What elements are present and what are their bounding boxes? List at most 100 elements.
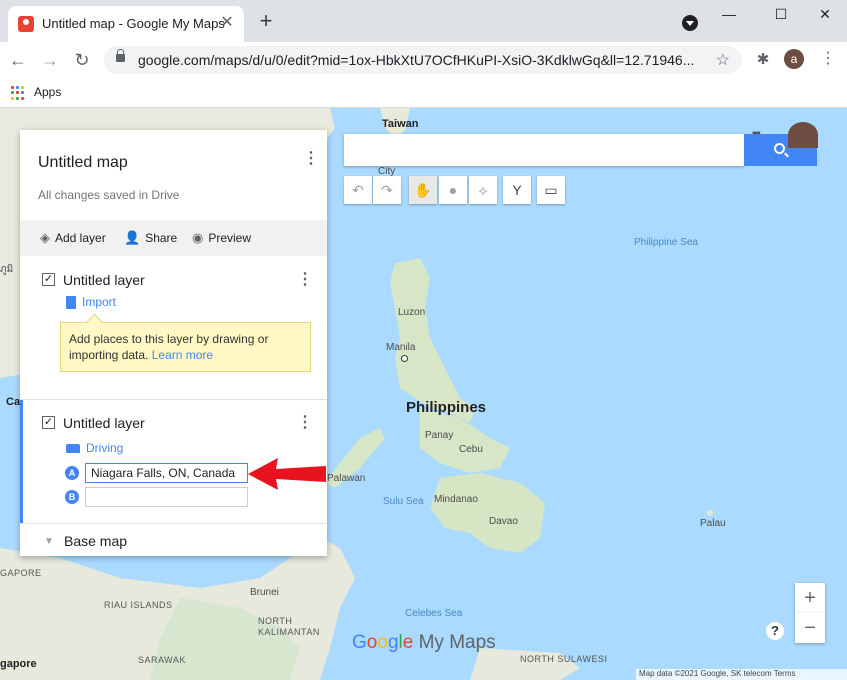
- draw-line-icon[interactable]: ⟡: [469, 176, 497, 204]
- layer1-options-kebab-icon[interactable]: ⋮: [297, 271, 313, 289]
- point-a-marker: A: [65, 466, 79, 480]
- map-label-north-kalimantan: NORTH KALIMANTAN: [258, 616, 320, 637]
- zoom-in-button[interactable]: +: [795, 583, 825, 613]
- lock-icon: [116, 49, 125, 62]
- map-label-taiwan: Taiwan: [382, 118, 419, 130]
- layer2-checkbox[interactable]: ✓: [42, 416, 55, 429]
- basemap-divider: [20, 523, 327, 524]
- tab-search-icon[interactable]: [682, 15, 698, 31]
- map-options-kebab-icon[interactable]: ⋮: [303, 150, 319, 168]
- map-label-panay: Panay: [425, 430, 454, 441]
- panel-actions-bar: ◈ Add layer 👤 Share ◉ Preview: [20, 220, 327, 256]
- map-label-philippines: Philippines: [406, 399, 487, 416]
- back-arrow-icon[interactable]: ←: [6, 48, 30, 72]
- close-window-button[interactable]: ✕: [810, 4, 840, 24]
- map-label-palawan: Palawan: [327, 473, 366, 484]
- map-label-brunei: Brunei: [250, 587, 279, 598]
- learn-more-link[interactable]: Learn more: [152, 348, 213, 362]
- tab-close-icon[interactable]: ✕: [218, 14, 236, 32]
- browser-tab[interactable]: Untitled map - Google My Maps ✕: [8, 6, 244, 42]
- add-marker-icon[interactable]: ●: [439, 176, 467, 204]
- import-link[interactable]: Import: [66, 295, 116, 309]
- zoom-out-button[interactable]: −: [795, 613, 825, 643]
- bookmarks-bar: Apps: [0, 78, 847, 108]
- map-label-celebes-sea: Celebes Sea: [405, 608, 463, 619]
- map-label-sulu-sea: Sulu Sea: [383, 496, 424, 507]
- extensions-puzzle-icon[interactable]: ✱: [754, 50, 772, 68]
- add-person-icon: 👤: [124, 230, 141, 245]
- share-label: Share: [145, 231, 178, 245]
- map-label-davao: Davao: [489, 516, 518, 527]
- map-title[interactable]: Untitled map: [38, 154, 128, 172]
- annotation-arrow-icon: [248, 458, 326, 490]
- save-status: All changes saved in Drive: [38, 188, 180, 202]
- layer2-options-kebab-icon[interactable]: ⋮: [297, 414, 313, 432]
- undo-icon[interactable]: ↶: [344, 176, 372, 204]
- map-search-input[interactable]: [344, 134, 744, 166]
- map-label-mindanao: Mindanao: [434, 494, 478, 505]
- point-b-marker: B: [65, 490, 79, 504]
- browser-menu-icon[interactable]: ⋮: [820, 50, 836, 68]
- preview-label: Preview: [208, 231, 252, 245]
- share-button[interactable]: 👤 Share: [124, 230, 177, 246]
- map-account-avatar[interactable]: [788, 122, 818, 148]
- directions-icon[interactable]: Y: [503, 176, 531, 204]
- import-label: Import: [82, 295, 117, 309]
- add-layer-label: Add layer: [55, 231, 106, 245]
- redo-icon[interactable]: ↷: [373, 176, 401, 204]
- new-tab-button[interactable]: +: [254, 10, 278, 34]
- map-label-sarawak: SARAWAK: [138, 655, 186, 665]
- browser-toolbar: ← → ↻ google.com/maps/d/u/0/edit?mid=1ox…: [0, 42, 847, 78]
- point-a-input[interactable]: Niagara Falls, ON, Canada: [85, 463, 248, 483]
- manila-marker-icon: [401, 355, 408, 362]
- map-label-palau: Palau: [700, 518, 726, 529]
- map-label-north-sulawesi: NORTH SULAWESI: [520, 654, 608, 664]
- driving-mode-link[interactable]: Driving: [66, 441, 123, 455]
- expand-caret-icon[interactable]: ▼: [44, 536, 54, 547]
- google-my-maps-logo: Google My Maps: [352, 632, 496, 653]
- measure-ruler-icon[interactable]: ▭: [537, 176, 565, 204]
- map-label-thai: ภูมิ: [0, 264, 14, 275]
- layer1-name[interactable]: Untitled layer: [63, 272, 145, 288]
- tab-title: Untitled map - Google My Maps: [42, 16, 225, 31]
- layers-icon: ◈: [40, 230, 50, 245]
- active-layer-indicator: [20, 400, 23, 524]
- map-label-philippine-sea: Philippine Sea: [634, 237, 698, 248]
- google-apps-icon[interactable]: ▪▪▪: [752, 128, 766, 139]
- profile-avatar[interactable]: a: [784, 49, 804, 69]
- help-icon[interactable]: ?: [766, 622, 784, 640]
- map-label-manila: Manila: [386, 342, 416, 353]
- hand-pan-icon[interactable]: ✋: [409, 176, 437, 204]
- map-label-singapore-region: GAPORE: [0, 568, 42, 578]
- map-label-luzon: Luzon: [398, 307, 426, 318]
- point-b-input[interactable]: [85, 487, 248, 507]
- minimize-button[interactable]: —: [714, 4, 744, 24]
- tab-strip: Untitled map - Google My Maps ✕ + — ☐ ✕: [0, 0, 847, 42]
- import-file-icon: [66, 295, 76, 309]
- url-text: google.com/maps/d/u/0/edit?mid=1ox-HbkXt…: [138, 52, 695, 68]
- address-bar[interactable]: google.com/maps/d/u/0/edit?mid=1ox-HbkXt…: [104, 46, 742, 74]
- map-label-cambodia: Ca: [6, 396, 21, 408]
- apps-bookmark[interactable]: Apps: [34, 85, 61, 99]
- reload-icon[interactable]: ↻: [70, 48, 94, 72]
- map-label-cebu: Cebu: [459, 444, 483, 455]
- eye-icon: ◉: [192, 230, 204, 245]
- base-map-toggle[interactable]: Base map: [64, 533, 127, 549]
- map-sidepanel: Untitled map ⋮ All changes saved in Driv…: [20, 130, 327, 556]
- bookmark-star-icon[interactable]: ☆: [716, 50, 730, 70]
- driving-label: Driving: [86, 441, 124, 455]
- forward-arrow-icon[interactable]: →: [38, 48, 62, 72]
- layer2-name[interactable]: Untitled layer: [63, 415, 145, 431]
- search-icon: [774, 143, 785, 154]
- layer1-checkbox[interactable]: ✓: [42, 273, 55, 286]
- car-icon: [66, 443, 80, 453]
- add-layer-button[interactable]: ◈ Add layer: [40, 230, 106, 246]
- preview-button[interactable]: ◉ Preview: [192, 230, 251, 246]
- import-hint-tooltip: Add places to this layer by drawing or i…: [60, 322, 311, 372]
- map-attribution[interactable]: Map data ©2021 Google, SK telecom Terms: [636, 669, 847, 680]
- maps-favicon-icon: [18, 16, 34, 32]
- maximize-button[interactable]: ☐: [766, 4, 796, 24]
- layer-divider: [20, 399, 327, 400]
- map-label-riau-islands: RIAU ISLANDS: [104, 600, 173, 610]
- apps-grid-icon[interactable]: [11, 86, 25, 100]
